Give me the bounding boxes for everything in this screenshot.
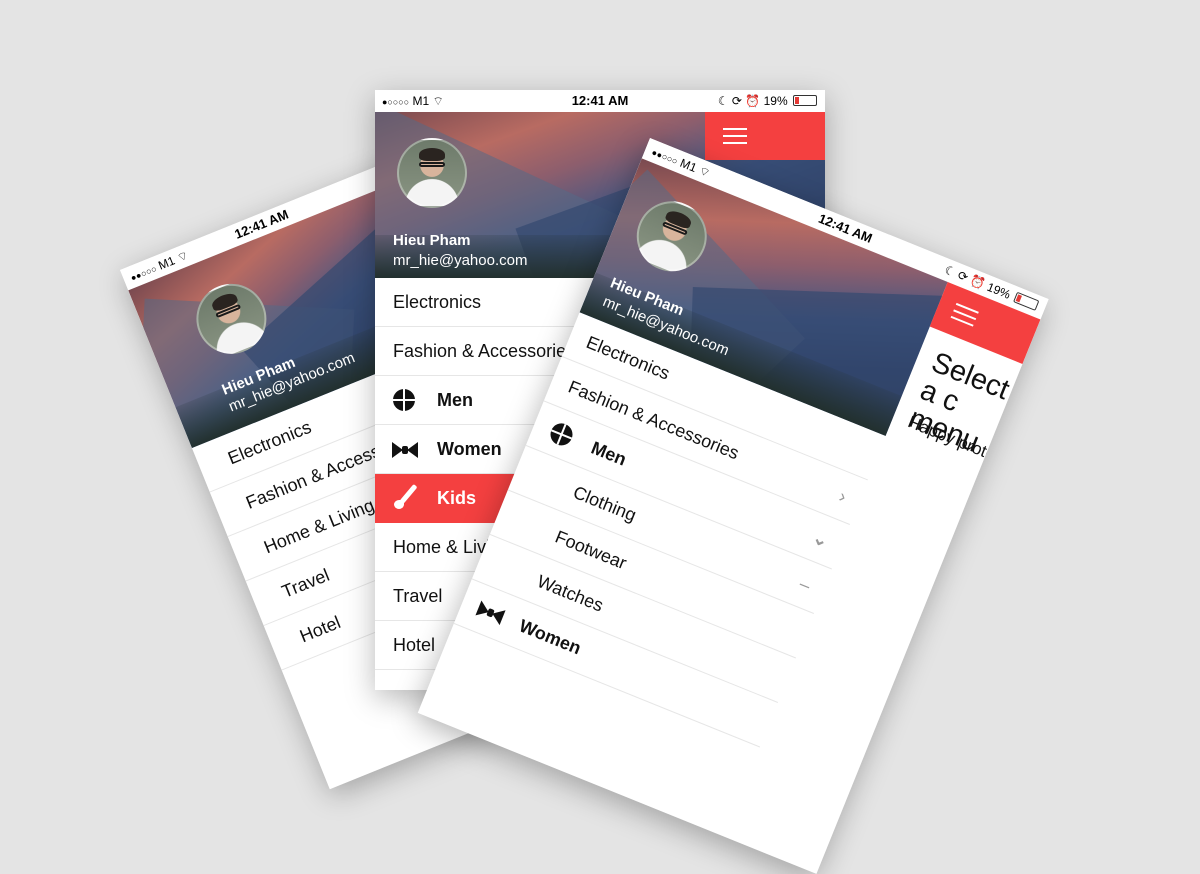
battery-icon [1013,291,1040,311]
chevron-right-icon: › [836,485,850,507]
user-email: mr_hie@yahoo.com [393,252,528,269]
chevron-down-icon: ⌄ [809,527,832,552]
menu-item-label: Men [437,390,473,410]
carrier-label: M1 [156,253,177,273]
hamburger-menu-icon[interactable] [723,128,747,144]
menu-item-label: Women [437,439,502,459]
user-name: Hieu Pham [393,232,471,249]
menu-item-label: Women [516,615,584,659]
moon-icon: ☾ [717,94,729,108]
status-bar: ●○○○○ M1 ⌔ 12:41 AM ☾ ⟳ ⏰ 19% [375,90,825,112]
wifi-icon: ⌔ [174,247,191,266]
menu-item-label: Hotel [393,635,436,655]
avatar[interactable] [397,138,467,208]
basketball-icon [393,389,415,411]
menu-item-label: Clothing [570,482,640,526]
status-right: ☾ ⟳ ⏰ 19% [718,90,817,112]
menu-item-label: Electronics [393,292,482,312]
alarm-icon: ⏰ [968,272,988,292]
menu-item-label: Kids [437,488,477,508]
battery-percent: 19% [763,94,788,108]
menu-item-label: Travel [393,586,443,606]
bowtie-icon [392,442,418,458]
app-header-bar [705,112,825,160]
basketball-icon [547,420,576,449]
menu-item-label: Men [588,437,630,470]
bowtie-icon [475,601,505,626]
hamburger-menu-icon[interactable] [950,302,979,327]
battery-icon [793,95,817,106]
menu-item-label: Hotel [296,612,344,647]
alarm-icon: ⏰ [745,94,761,108]
paintbrush-icon [393,485,419,511]
rotation-lock-icon: ⟳ [731,94,742,108]
menu-item-label: Travel [278,564,333,602]
collapse-dash-icon: – [796,573,814,596]
menu-item-label: Fashion & Accessories [393,341,576,361]
